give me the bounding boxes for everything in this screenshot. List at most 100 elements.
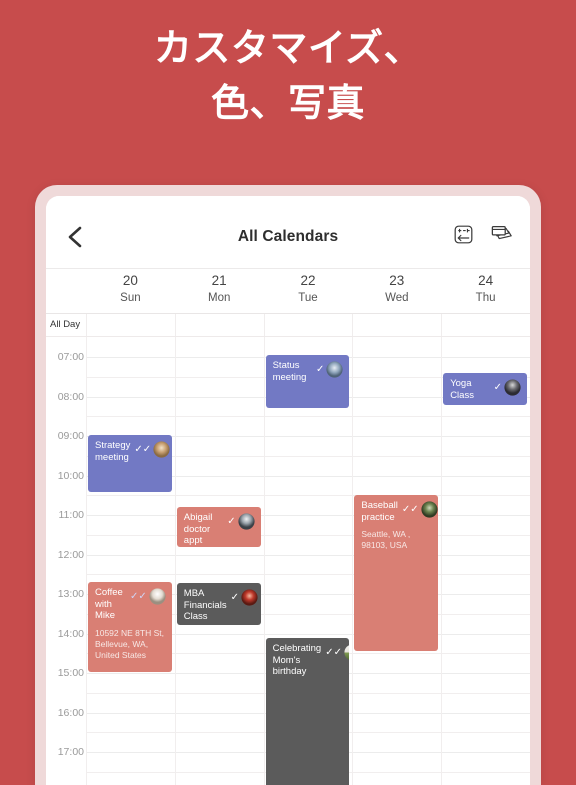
event-location: Seattle, WA , 98103, USA (361, 529, 411, 550)
device-frame: All Calendars 20 Sun 21 Mon 22 Tue 23 We… (35, 185, 541, 785)
grid-body[interactable]: Status meeting ✓ Yoga Class ✓ Strategy meeti… (86, 337, 530, 785)
event-header: Yoga Class ✓ (450, 378, 521, 401)
calendar-event-strategy-meeting[interactable]: Strategy meeting ✓✓ (88, 435, 172, 492)
headline-line-2: 色、写真 (210, 83, 365, 126)
half-hour-gridline (86, 534, 530, 536)
avatar-tan (153, 441, 170, 458)
day-of-week: Tue (298, 292, 318, 304)
day-number: 22 (300, 273, 316, 288)
day-of-week: Thu (475, 292, 496, 304)
day-of-week: Sun (120, 292, 141, 304)
nav-actions (453, 223, 514, 245)
time-grid: 07:00 08:00 09:00 10:00 11:00 12:00 13:00 14:00… (46, 337, 530, 785)
hour-label: 09:00 (57, 430, 84, 442)
event-badges: ✓✓ (325, 643, 350, 661)
all-day-cell[interactable] (441, 314, 530, 336)
event-header: Strategy meeting ✓✓ (95, 440, 170, 463)
event-badges: ✓ (227, 512, 255, 530)
hour-label: 08:00 (57, 390, 84, 403)
hour-label: 07:00 (57, 351, 84, 363)
half-hour-gridline (86, 416, 530, 418)
day-of-week: Mon (208, 292, 231, 304)
nav-bar: All Calendars (46, 196, 530, 269)
calendar-event-baseball-practice[interactable]: Baseball practice ✓✓ Seattle, WA , 98103, … (354, 495, 439, 651)
hour-label: 16:00 (57, 706, 84, 719)
day-column-header[interactable]: 22 Tue (264, 269, 353, 313)
double-check-icon: ✓✓ (401, 503, 419, 515)
avatar-blue (326, 361, 343, 378)
check-icon: ✓ (316, 363, 325, 375)
event-title: Celebrating Mom's birthday (272, 643, 322, 677)
all-day-cell[interactable] (352, 314, 441, 336)
calendar-event-yoga-class[interactable]: Yoga Class ✓ (443, 373, 527, 405)
calendars-stack-icon[interactable] (490, 223, 514, 245)
half-hour-gridline (86, 574, 530, 576)
event-title: Status meeting (272, 360, 307, 383)
calendar-event-mba-financials-class[interactable]: MBA Financials Class ✓ (176, 583, 261, 625)
double-check-icon: ✓✓ (134, 443, 152, 455)
double-check-icon: ✓✓ (325, 646, 342, 658)
hour-gridline (86, 554, 530, 556)
day-gridline (263, 337, 265, 785)
day-column-header[interactable]: 24 Thu (441, 269, 530, 313)
avatar-grey (238, 513, 255, 530)
avatar-dark (504, 379, 521, 396)
jump-to-date-icon[interactable] (453, 224, 474, 245)
day-number: 23 (389, 273, 405, 288)
hour-label: 11:00 (58, 509, 85, 521)
event-header: Coffee with Mike ✓✓ (95, 587, 166, 622)
promo-headline: カスタマイズ、 色、写真 (0, 22, 576, 132)
hour-label: 15:00 (57, 667, 84, 679)
all-day-cell[interactable] (263, 314, 353, 336)
hour-label: 12:00 (57, 548, 84, 561)
hour-label: 13:00 (57, 588, 84, 600)
avatar-red (241, 589, 258, 606)
day-gridline (174, 337, 176, 785)
day-number: 21 (211, 273, 227, 288)
event-header: Celebrating Mom's birthday ✓✓ (272, 643, 350, 678)
day-column-header[interactable]: 20 Sun (86, 269, 175, 313)
avatar-green (421, 501, 438, 518)
calendar-event-status-meeting[interactable]: Status meeting ✓ (265, 355, 350, 408)
double-check-icon: ✓✓ (130, 590, 147, 602)
headline-line-1: カスタマイズ、 (153, 28, 423, 70)
event-badges: ✓ (316, 360, 343, 378)
event-title: MBA Financials Class (183, 588, 227, 622)
day-header-row: 20 Sun 21 Mon 22 Tue 23 Wed 24 Thu (46, 269, 530, 314)
calendar-event-coffee-with-mike[interactable]: Coffee with Mike ✓✓ 10592 NE 8TH St, Belle… (88, 582, 172, 672)
event-header: Status meeting ✓ (273, 360, 344, 383)
day-gridline (441, 337, 443, 785)
event-title: Yoga Class (450, 378, 474, 401)
hour-label: 10:00 (57, 469, 84, 482)
all-day-cells (86, 314, 530, 336)
event-badges: ✓✓ (402, 500, 438, 518)
calendar-event-celebrating-moms-birthday[interactable]: Celebrating Mom's birthday ✓✓ (265, 638, 350, 785)
event-badges: ✓✓ (130, 587, 166, 605)
avatar-cup (149, 588, 166, 605)
calendar-event-abigail-doctor-appt[interactable]: Abigail doctor appt ✓ (176, 507, 261, 547)
event-badges: ✓✓ (134, 440, 170, 458)
all-day-cell[interactable] (174, 314, 264, 336)
day-gridline (86, 337, 87, 785)
event-title: Abigail doctor appt (183, 512, 213, 546)
hour-label: 14:00 (57, 627, 84, 640)
event-badges: ✓ (494, 378, 521, 396)
hour-label: 17:00 (57, 746, 84, 758)
event-badges: ✓ (231, 588, 258, 606)
day-column-header[interactable]: 23 Wed (352, 269, 441, 313)
avatar-party (344, 645, 350, 660)
check-icon: ✓ (493, 381, 502, 393)
event-title: Strategy meeting (95, 440, 131, 463)
event-header: MBA Financials Class ✓ (183, 588, 258, 623)
event-header: Abigail doctor appt ✓ (184, 512, 255, 547)
half-hour-gridline (86, 495, 530, 497)
event-title: Baseball practice (361, 500, 398, 523)
day-gridline (352, 337, 354, 785)
day-number: 24 (478, 273, 494, 288)
event-title: Coffee with Mike (95, 587, 123, 621)
event-header: Baseball practice ✓✓ (361, 500, 438, 523)
day-of-week: Wed (385, 292, 409, 304)
day-column-header[interactable]: 21 Mon (175, 269, 264, 313)
all-day-cell[interactable] (86, 314, 175, 336)
all-day-label: All Day (50, 319, 81, 330)
